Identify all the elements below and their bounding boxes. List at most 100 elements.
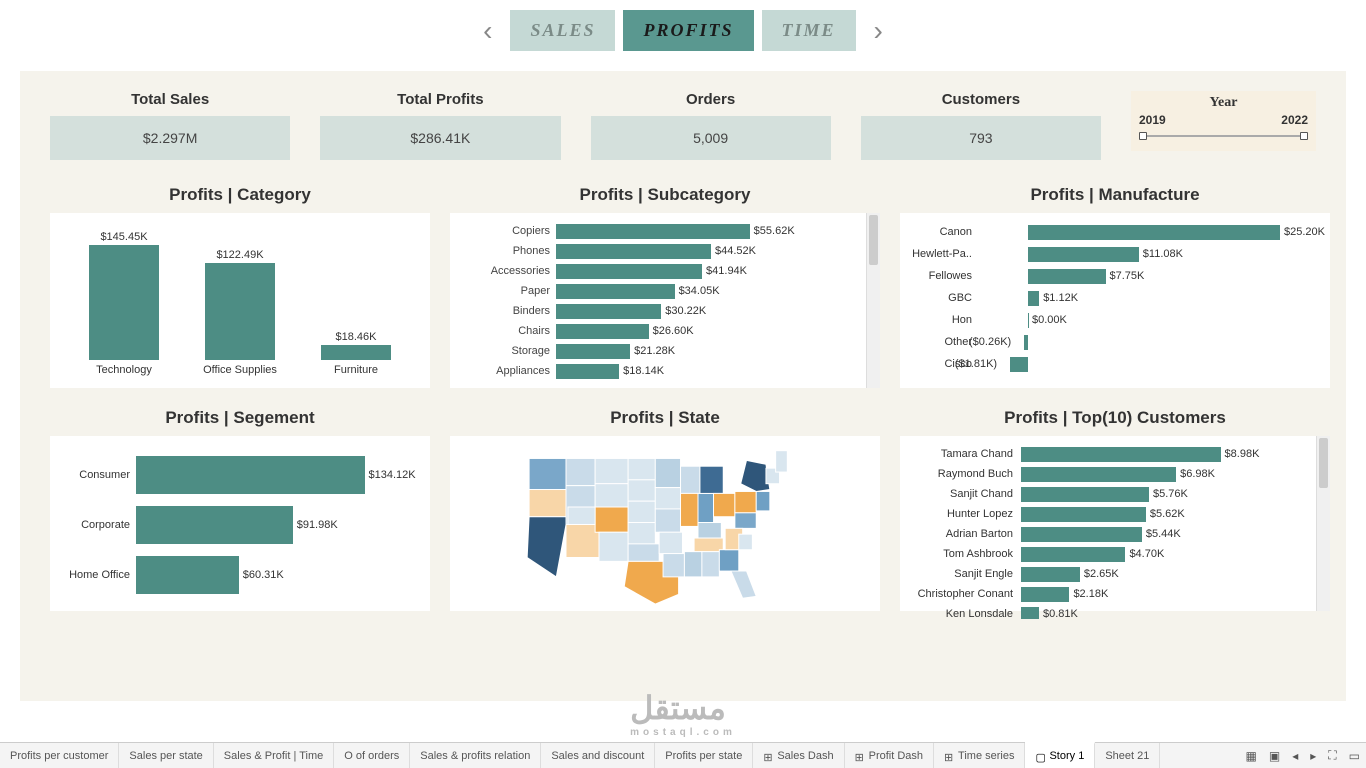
bar-value-label: $4.70K xyxy=(1129,548,1164,560)
slider-handle-left[interactable] xyxy=(1139,132,1147,140)
bar-row[interactable]: Fellowes $7.75K xyxy=(906,265,1324,287)
kpi-customers: Customers 793 xyxy=(861,91,1101,160)
sheet-tab[interactable]: ⊞Sales Dash xyxy=(753,743,844,768)
new-worksheet-icon[interactable]: ▦ xyxy=(1240,743,1263,768)
year-slider[interactable] xyxy=(1139,129,1308,143)
sheet-tab[interactable]: ⊞Time series xyxy=(934,743,1025,768)
story-tab-time[interactable]: TIME xyxy=(762,10,856,51)
bar-row[interactable]: Other ($0.26K) xyxy=(906,331,1324,353)
bar-category-label: Storage xyxy=(456,345,556,357)
chart-body[interactable]: Canon $25.20KHewlett-Pa.. $11.08KFellowe… xyxy=(900,213,1330,388)
dashboard-icon: ⊞ xyxy=(944,751,954,761)
bar-category-label: Accessories xyxy=(456,265,556,277)
chart-body[interactable]: Copiers $55.62KPhones $44.52KAccessories… xyxy=(450,213,880,388)
bar-row[interactable]: Phones $44.52K xyxy=(456,241,870,261)
chart-body[interactable]: $145.45K Technology$122.49K Office Suppl… xyxy=(50,213,430,388)
bar[interactable]: $18.46K Furniture xyxy=(301,331,411,376)
kpi-title: Orders xyxy=(591,91,831,108)
bar-row[interactable]: Corporate $91.98K xyxy=(56,500,424,550)
bar-category-label: Adrian Barton xyxy=(906,528,1021,540)
us-map[interactable] xyxy=(505,441,825,606)
sheet-tab[interactable]: Sheet 21 xyxy=(1095,743,1160,768)
bar-row[interactable]: Hunter Lopez $5.62K xyxy=(906,504,1324,524)
kpi-total-profits: Total Profits $286.41K xyxy=(320,91,560,160)
bar-value-label: $21.28K xyxy=(634,345,675,357)
sheet-tab[interactable]: Profits per state xyxy=(655,743,753,768)
show-sheets-icon[interactable]: ⛶ xyxy=(1322,743,1342,768)
sheet-tab[interactable]: ⊞Profit Dash xyxy=(845,743,934,768)
scrollbar[interactable] xyxy=(866,213,880,388)
bar-value-label: $55.62K xyxy=(754,225,795,237)
slider-handle-right[interactable] xyxy=(1300,132,1308,140)
sheet-tab[interactable]: ▢Story 1 xyxy=(1025,742,1095,768)
bar-row[interactable]: Sanjit Chand $5.76K xyxy=(906,484,1324,504)
watermark: مستقل mostaql.com xyxy=(630,689,736,738)
kpi-total-sales: Total Sales $2.297M xyxy=(50,91,290,160)
bar-row[interactable]: Cisco ($1.81K) xyxy=(906,353,1324,375)
presentation-icon[interactable]: ▭ xyxy=(1343,743,1366,768)
sheet-tab-label: Sales & Profit | Time xyxy=(224,750,323,762)
chart-body[interactable]: Tamara Chand $8.98KRaymond Buch $6.98KSa… xyxy=(900,436,1330,611)
bar-row[interactable]: Ken Lonsdale $0.81K xyxy=(906,604,1324,619)
chart-body[interactable]: Consumer $134.12KCorporate $91.98KHome O… xyxy=(50,436,430,611)
kpi-title: Total Profits xyxy=(320,91,560,108)
bar-row[interactable]: Appliances $18.14K xyxy=(456,361,870,381)
bar-row[interactable]: Binders $30.22K xyxy=(456,301,870,321)
bar-value-label: $5.76K xyxy=(1153,488,1188,500)
bar-row[interactable]: Christopher Conant $2.18K xyxy=(906,584,1324,604)
story-tab-profits[interactable]: PROFITS xyxy=(623,10,753,51)
scrollbar[interactable] xyxy=(1316,436,1330,611)
sheet-tab-label: Sales & profits relation xyxy=(420,750,530,762)
bar-row[interactable]: Home Office $60.31K xyxy=(56,550,424,600)
bar-value-label: $91.98K xyxy=(297,519,338,531)
bar-value-label: $6.98K xyxy=(1180,468,1215,480)
bar-row[interactable]: Storage $21.28K xyxy=(456,341,870,361)
bar-row[interactable]: Accessories $41.94K xyxy=(456,261,870,281)
bar-row[interactable]: Hewlett-Pa.. $11.08K xyxy=(906,243,1324,265)
sheet-tab[interactable]: Sales & profits relation xyxy=(410,743,541,768)
sheet-tab[interactable]: O of orders xyxy=(334,743,410,768)
sheet-tab-label: O of orders xyxy=(344,750,399,762)
new-dashboard-icon[interactable]: ▣ xyxy=(1263,743,1286,768)
panel-title: Profits | Segement xyxy=(50,408,430,428)
tabs-next-icon[interactable]: ▸ xyxy=(1304,743,1322,768)
bar-row[interactable]: Raymond Buch $6.98K xyxy=(906,464,1324,484)
bar-row[interactable]: Canon $25.20K xyxy=(906,221,1324,243)
kpi-value: 5,009 xyxy=(591,116,831,160)
bar-row[interactable]: Paper $34.05K xyxy=(456,281,870,301)
sheet-tab-label: Sales per state xyxy=(129,750,202,762)
story-prev-button[interactable]: ‹ xyxy=(473,15,502,47)
bar-value-label: $60.31K xyxy=(243,569,284,581)
bar-category-label: Home Office xyxy=(56,569,136,581)
bar-value-label: $145.45K xyxy=(100,231,147,243)
sheet-tab[interactable]: Sales per state xyxy=(119,743,213,768)
bar-row[interactable]: Tamara Chand $8.98K xyxy=(906,444,1324,464)
bar-row[interactable]: Sanjit Engle $2.65K xyxy=(906,564,1324,584)
bar-category-label: Tom Ashbrook xyxy=(906,548,1021,560)
story-next-button[interactable]: › xyxy=(864,15,893,47)
bar-value-label: $44.52K xyxy=(715,245,756,257)
bar-row[interactable]: Consumer $134.12K xyxy=(56,450,424,500)
bar-row[interactable]: Tom Ashbrook $4.70K xyxy=(906,544,1324,564)
story-tab-sales[interactable]: SALES xyxy=(510,10,615,51)
bar-row[interactable]: GBC $1.12K xyxy=(906,287,1324,309)
bar-value-label: $18.14K xyxy=(623,365,664,377)
sheet-tab[interactable]: Sales & Profit | Time xyxy=(214,743,334,768)
bar[interactable]: $122.49K Office Supplies xyxy=(185,249,295,376)
bar-row[interactable]: Hon $0.00K xyxy=(906,309,1324,331)
bar-row[interactable]: Adrian Barton $5.44K xyxy=(906,524,1324,544)
panel-title: Profits | Top(10) Customers xyxy=(900,408,1330,428)
bar-category-label: Raymond Buch xyxy=(906,468,1021,480)
sheet-tab[interactable]: Sales and discount xyxy=(541,743,655,768)
year-filter[interactable]: Year 2019 2022 xyxy=(1131,91,1316,151)
bar[interactable]: $145.45K Technology xyxy=(69,231,179,376)
sheet-tab[interactable]: Profits per customer xyxy=(0,743,119,768)
kpi-title: Customers xyxy=(861,91,1101,108)
bar-category-label: Office Supplies xyxy=(203,364,277,376)
bar-value-label: $2.65K xyxy=(1084,568,1119,580)
tabs-prev-icon[interactable]: ◂ xyxy=(1286,743,1304,768)
chart-body[interactable] xyxy=(450,436,880,611)
panel-title: Profits | State xyxy=(450,408,880,428)
bar-row[interactable]: Chairs $26.60K xyxy=(456,321,870,341)
bar-row[interactable]: Copiers $55.62K xyxy=(456,221,870,241)
